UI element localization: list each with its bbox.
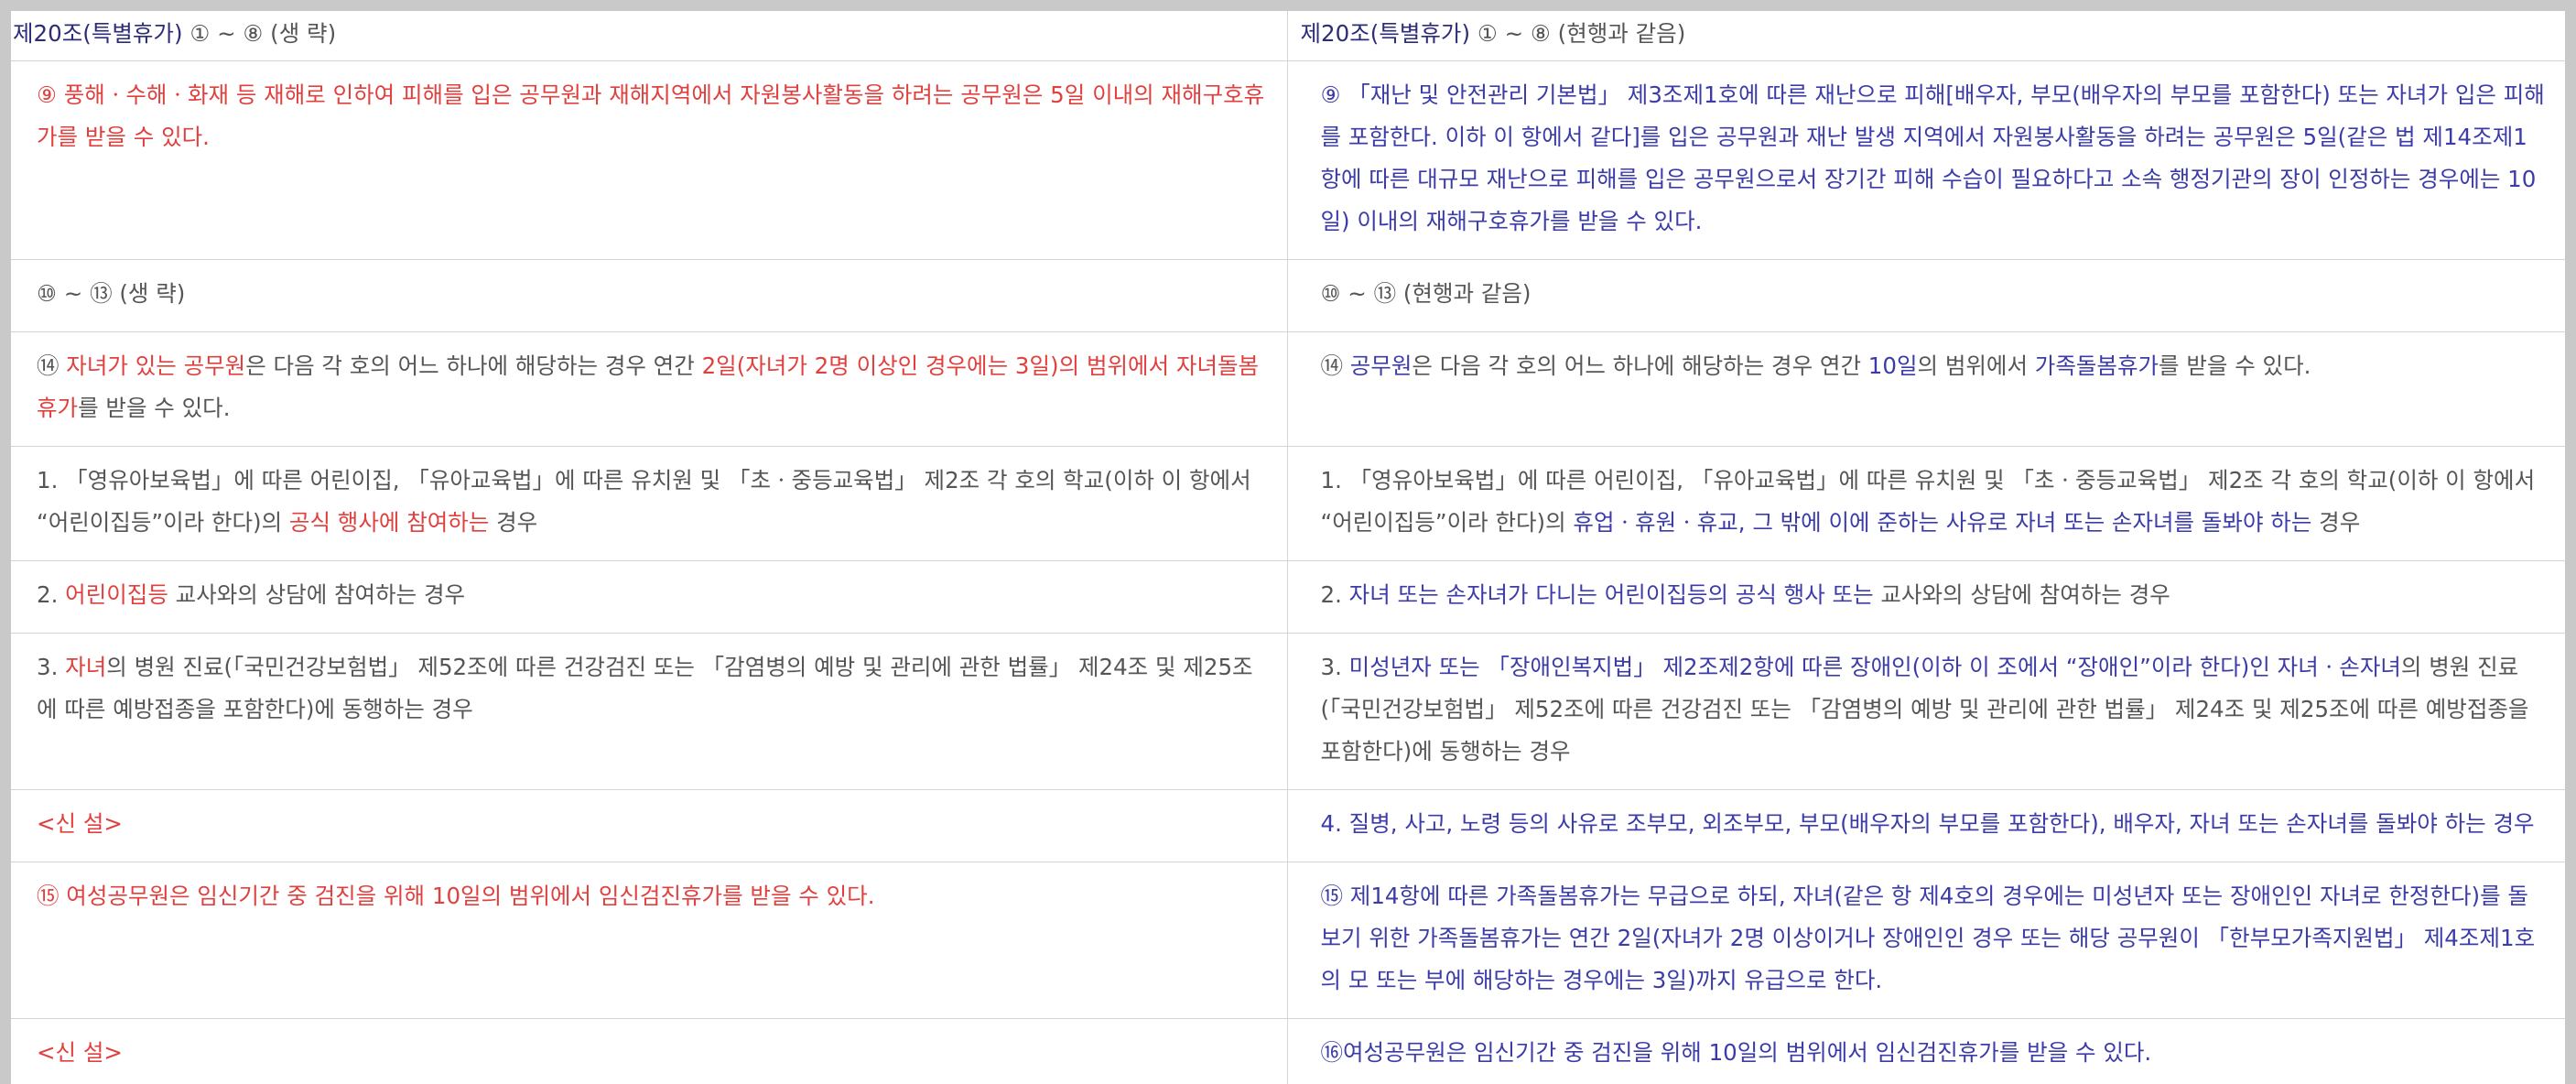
text-segment: 휴업ㆍ휴원ㆍ휴교, 그 밖에 이에 준하는 사유로 자녀 또는 손자녀를 돌봐야… bbox=[1573, 509, 2312, 536]
text-segment: 경우 bbox=[489, 509, 538, 536]
cell-revised: ⑯여성공무원은 임신기간 중 검진을 위해 10일의 범위에서 임신검진휴가를 … bbox=[1287, 1018, 2565, 1084]
cell-current: ⑩ ~ ⑬ (생 략) bbox=[11, 259, 1288, 332]
text-segment: 3. bbox=[1320, 654, 1349, 680]
text-segment: 2. bbox=[1320, 581, 1349, 608]
text-segment: ⑨ 「재난 및 안전관리 기본법」 제3조제1호에 따른 재난으로 피해[배우자… bbox=[1320, 81, 2545, 234]
row-5: 3. 자녀의 병원 진료(「국민건강보험법」 제52조에 따른 건강검진 또는 … bbox=[11, 633, 2565, 790]
header-current-text: ① ~ ⑧ (생 략) bbox=[182, 20, 337, 47]
text-segment: 은 다음 각 호의 어느 하나에 해당하는 경우 연간 bbox=[1412, 352, 1868, 379]
text-segment: 교사와의 상담에 참여하는 경우 bbox=[168, 581, 466, 608]
text-segment: 3. bbox=[37, 654, 66, 680]
cell-revised: ⑭ 공무원은 다음 각 호의 어느 하나에 해당하는 경우 연간 10일의 범위… bbox=[1287, 331, 2565, 447]
text-segment: ⑮ 제14항에 따른 가족돌봄휴가는 무급으로 하되, 자녀(같은 항 제4호의… bbox=[1320, 883, 2536, 993]
text-segment: 2일(자녀가 2명 이상인 경우에는 3일) bbox=[701, 352, 1059, 379]
header-row: 제20조(특별휴가) ① ~ ⑧ (생 략) 제20조(특별휴가) ① ~ ⑧ … bbox=[11, 11, 2565, 61]
text-segment: 1. 「영유아보육법」에 따른 어린이집, 「유아교육법」에 따른 유치원 및 … bbox=[37, 467, 1251, 536]
text-segment: 의 범위에서 bbox=[1917, 352, 2035, 379]
text-segment: 경우 bbox=[2311, 509, 2361, 536]
comparison-table-container: 제20조(특별휴가) ① ~ ⑧ (생 략) 제20조(특별휴가) ① ~ ⑧ … bbox=[11, 11, 2565, 1084]
text-segment: 의 범위에서 bbox=[1058, 352, 1176, 379]
cell-revised: 2. 자녀 또는 손자녀가 다니는 어린이집등의 공식 행사 또는 교사와의 상… bbox=[1287, 560, 2565, 634]
text-segment: ⑩ ~ ⑬ (생 략) bbox=[37, 280, 186, 307]
text-segment: ⑮ 여성공무원은 임신기간 중 검진을 위해 10일의 범위에서 임신검진휴가를… bbox=[37, 883, 875, 909]
article-title-current: 제20조(특별휴가) bbox=[13, 20, 183, 47]
cell-current: ⑭ 자녀가 있는 공무원은 다음 각 호의 어느 하나에 해당하는 경우 연간 … bbox=[11, 331, 1288, 447]
text-segment: 은 다음 각 호의 어느 하나에 해당하는 경우 연간 bbox=[245, 352, 702, 379]
text-segment: ⑩ ~ ⑬ (현행과 같음) bbox=[1320, 280, 1532, 307]
row-4: 2. 어린이집등 교사와의 상담에 참여하는 경우 2. 자녀 또는 손자녀가 다… bbox=[11, 560, 2565, 634]
header-revised-text: ① ~ ⑧ (현행과 같음) bbox=[1470, 20, 1686, 47]
text-segment: 2. bbox=[37, 581, 66, 608]
text-segment: ⑨ 풍해ㆍ수해ㆍ화재 등 재해로 인하여 피해를 입은 공무원과 재해지역에서 … bbox=[37, 81, 1265, 150]
amendment-comparison-table: 제20조(특별휴가) ① ~ ⑧ (생 략) 제20조(특별휴가) ① ~ ⑧ … bbox=[11, 11, 2565, 1084]
row-1: ⑩ ~ ⑬ (생 략) ⑩ ~ ⑬ (현행과 같음) bbox=[11, 259, 2565, 332]
cell-revised: ⑩ ~ ⑬ (현행과 같음) bbox=[1287, 259, 2565, 332]
cell-revised: ⑨ 「재난 및 안전관리 기본법」 제3조제1호에 따른 재난으로 피해[배우자… bbox=[1287, 60, 2565, 260]
row-8: <신 설> ⑯여성공무원은 임신기간 중 검진을 위해 10일의 범위에서 임신검… bbox=[11, 1018, 2565, 1084]
text-segment: <신 설> bbox=[37, 810, 123, 837]
text-segment: 자녀가 있는 공무원 bbox=[66, 352, 246, 379]
text-segment: 어린이집등 bbox=[65, 581, 168, 608]
cell-current: 3. 자녀의 병원 진료(「국민건강보험법」 제52조에 따른 건강검진 또는 … bbox=[11, 633, 1288, 790]
cell-revised: ⑮ 제14항에 따른 가족돌봄휴가는 무급으로 하되, 자녀(같은 항 제4호의… bbox=[1287, 862, 2565, 1019]
text-segment: 자녀 또는 손자녀가 다니는 어린이집등의 공식 행사 또는 bbox=[1348, 581, 1874, 608]
row-6: <신 설> 4. 질병, 사고, 노령 등의 사유로 조부모, 외조부모, 부모(… bbox=[11, 789, 2565, 862]
text-segment: 공식 행사에 참여하는 bbox=[288, 509, 490, 536]
row-3: 1. 「영유아보육법」에 따른 어린이집, 「유아교육법」에 따른 유치원 및 … bbox=[11, 446, 2565, 561]
cell-current: ⑨ 풍해ㆍ수해ㆍ화재 등 재해로 인하여 피해를 입은 공무원과 재해지역에서 … bbox=[11, 60, 1288, 260]
text-segment: <신 설> bbox=[37, 1039, 123, 1066]
row-0: ⑨ 풍해ㆍ수해ㆍ화재 등 재해로 인하여 피해를 입은 공무원과 재해지역에서 … bbox=[11, 60, 2565, 260]
text-segment: 의 병원 진료(「국민건강보험법」 제52조에 따른 건강검진 또는 「감염병의… bbox=[37, 654, 1253, 722]
cell-revised: 4. 질병, 사고, 노령 등의 사유로 조부모, 외조부모, 부모(배우자의 … bbox=[1287, 789, 2565, 862]
cell-current: <신 설> bbox=[11, 789, 1288, 862]
cell-current: ⑮ 여성공무원은 임신기간 중 검진을 위해 10일의 범위에서 임신검진휴가를… bbox=[11, 862, 1288, 1019]
text-segment: 교사와의 상담에 참여하는 경우 bbox=[1873, 581, 2170, 608]
text-segment: 미성년자 또는 「장애인복지법」 제2조제2항에 따른 장애인(이하 이 조에서… bbox=[1348, 654, 2401, 680]
text-segment: 를 받을 수 있다. bbox=[78, 395, 231, 421]
text-segment: ⑯여성공무원은 임신기간 중 검진을 위해 10일의 범위에서 임신검진휴가를 … bbox=[1320, 1039, 2152, 1066]
text-segment: 가족돌봄휴가 bbox=[2034, 352, 2159, 379]
text-segment: 10일 bbox=[1867, 352, 1918, 379]
cell-revised: 1. 「영유아보육법」에 따른 어린이집, 「유아교육법」에 따른 유치원 및 … bbox=[1287, 446, 2565, 561]
text-segment: 공무원 bbox=[1349, 352, 1412, 379]
text-segment: 를 받을 수 있다. bbox=[2159, 352, 2311, 379]
row-2: ⑭ 자녀가 있는 공무원은 다음 각 호의 어느 하나에 해당하는 경우 연간 … bbox=[11, 331, 2565, 447]
row-7: ⑮ 여성공무원은 임신기간 중 검진을 위해 10일의 범위에서 임신검진휴가를… bbox=[11, 862, 2565, 1019]
text-segment: 자녀 bbox=[65, 654, 107, 680]
text-segment: 4. 질병, 사고, 노령 등의 사유로 조부모, 외조부모, 부모(배우자의 … bbox=[1320, 810, 2535, 837]
header-revised: 제20조(특별휴가) ① ~ ⑧ (현행과 같음) bbox=[1287, 11, 2565, 61]
article-title-revised: 제20조(특별휴가) bbox=[1300, 20, 1471, 47]
cell-current: <신 설> bbox=[11, 1018, 1288, 1084]
text-segment: ⑭ bbox=[37, 352, 67, 379]
header-current: 제20조(특별휴가) ① ~ ⑧ (생 략) bbox=[11, 11, 1288, 61]
cell-current: 1. 「영유아보육법」에 따른 어린이집, 「유아교육법」에 따른 유치원 및 … bbox=[11, 446, 1288, 561]
cell-revised: 3. 미성년자 또는 「장애인복지법」 제2조제2항에 따른 장애인(이하 이 … bbox=[1287, 633, 2565, 790]
text-segment: ⑭ bbox=[1320, 352, 1350, 379]
cell-current: 2. 어린이집등 교사와의 상담에 참여하는 경우 bbox=[11, 560, 1288, 634]
